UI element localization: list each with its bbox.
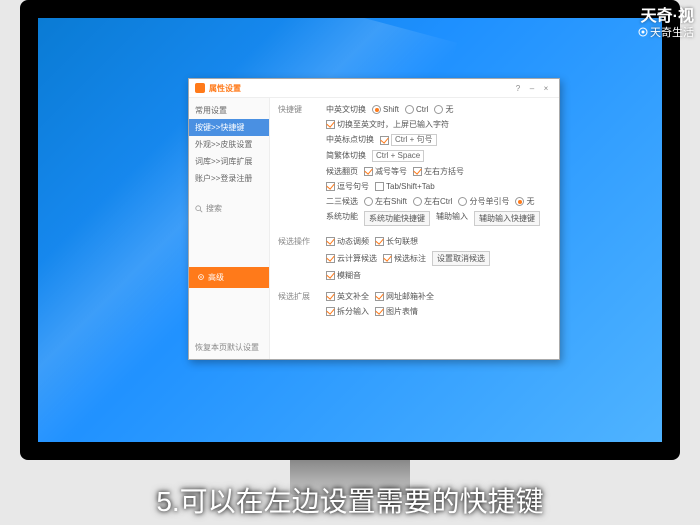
check-emoji[interactable]: 图片表情 [375, 306, 418, 317]
page-label: 候选翻页 [326, 166, 358, 177]
monitor-bezel: 属性设置 ? – × 常用设置 按键>>快捷键 外观>>皮肤设置 词库>>词库扩… [20, 0, 680, 460]
radio-icon [515, 197, 524, 206]
assist-label: 二三候选 [326, 196, 358, 207]
sidebar-item-keys[interactable]: 按键>>快捷键 [189, 119, 269, 136]
target-icon [638, 27, 648, 37]
radio-icon [458, 197, 467, 206]
checkbox-icon [364, 167, 373, 176]
checkbox-icon [380, 136, 389, 145]
section-hotkeys-label: 快捷键 [278, 104, 326, 115]
check-mark[interactable]: 候选标注 [383, 251, 426, 266]
dialog-title: 属性设置 [209, 83, 511, 94]
aux-label: 辅助输入 [436, 211, 468, 226]
check-long-assoc[interactable]: 长句联想 [375, 236, 418, 247]
radio-assist-shift[interactable]: 左右Shift [364, 196, 407, 207]
watermark-top: 天奇·视 [641, 2, 694, 26]
desktop: 属性设置 ? – × 常用设置 按键>>快捷键 外观>>皮肤设置 词库>>词库扩… [38, 18, 662, 442]
cancel-candidate-button[interactable]: 设置取消候选 [432, 251, 490, 266]
check-dyn-freq[interactable]: 动态调频 [326, 236, 369, 247]
check-fullhalf[interactable]: Ctrl + 句号 [380, 134, 437, 146]
app-logo-icon [195, 83, 205, 93]
close-button[interactable]: × [539, 84, 553, 93]
section-expand-label: 候选扩展 [278, 291, 326, 302]
sidebar: 常用设置 按键>>快捷键 外观>>皮肤设置 词库>>词库扩展 账户>>登录注册 … [189, 98, 270, 359]
radio-icon [413, 197, 422, 206]
radio-ctrl[interactable]: Ctrl [405, 105, 428, 114]
reset-defaults-link[interactable]: 恢复本页默认设置 [189, 336, 269, 359]
sidebar-item-account[interactable]: 账户>>登录注册 [189, 170, 269, 187]
search-icon [195, 205, 203, 213]
simptrad-value[interactable]: Ctrl + Space [372, 150, 424, 162]
sidebar-item-skin[interactable]: 外观>>皮肤设置 [189, 136, 269, 153]
check-fuzzy[interactable]: 模糊音 [326, 270, 361, 281]
minimize-button[interactable]: – [525, 84, 539, 93]
check-page-comma[interactable]: 逗号句号 [326, 181, 369, 192]
check-url-comp[interactable]: 网址邮箱补全 [375, 291, 434, 302]
check-eng-comp[interactable]: 英文补全 [326, 291, 369, 302]
check-page-minus[interactable]: 减号等号 [364, 166, 407, 177]
sidebar-item-common[interactable]: 常用设置 [189, 102, 269, 119]
radio-shift[interactable]: Shift [372, 105, 399, 114]
check-commit-on-switch[interactable]: 切换至英文时，上屏已输入字符 [326, 119, 449, 130]
watermark-sub: 天奇生活 [638, 24, 694, 40]
section-candidate-label: 候选操作 [278, 236, 326, 247]
settings-dialog: 属性设置 ? – × 常用设置 按键>>快捷键 外观>>皮肤设置 词库>>词库扩… [188, 78, 560, 360]
sidebar-search[interactable]: 搜索 [189, 199, 269, 218]
checkbox-icon [326, 182, 335, 191]
checkbox-icon [326, 292, 335, 301]
radio-assist-semi[interactable]: 分号单引号 [458, 196, 509, 207]
dialog-titlebar[interactable]: 属性设置 ? – × [189, 79, 559, 98]
sysfunc-label: 系统功能 [326, 211, 358, 226]
simptrad-label: 简繁体切换 [326, 150, 366, 162]
fullhalf-label: 中英标点切换 [326, 134, 374, 146]
radio-icon [405, 105, 414, 114]
radio-icon [364, 197, 373, 206]
check-page-bracket[interactable]: 左右方括号 [413, 166, 464, 177]
radio-assist-none[interactable]: 无 [515, 196, 534, 207]
sidebar-advanced-button[interactable]: 高级 [189, 267, 269, 288]
radio-icon [372, 105, 381, 114]
checkbox-icon [375, 292, 384, 301]
checkbox-icon [326, 271, 335, 280]
aux-button[interactable]: 辅助输入快捷键 [474, 211, 540, 226]
sysfunc-button[interactable]: 系统功能快捷键 [364, 211, 430, 226]
checkbox-icon [383, 254, 392, 263]
help-button[interactable]: ? [511, 84, 525, 93]
checkbox-icon [326, 254, 335, 263]
checkbox-icon [326, 120, 335, 129]
gear-icon [197, 273, 205, 281]
checkbox-icon [326, 237, 335, 246]
checkbox-icon [326, 307, 335, 316]
subtitle-caption: 5.可以在左边设置需要的快捷键 [0, 480, 700, 520]
checkbox-icon [413, 167, 422, 176]
checkbox-icon [375, 307, 384, 316]
radio-none[interactable]: 无 [434, 104, 453, 115]
switch-label: 中英文切换 [326, 104, 366, 115]
checkbox-icon [375, 237, 384, 246]
radio-icon [434, 105, 443, 114]
check-split[interactable]: 拆分输入 [326, 306, 369, 317]
check-page-tab[interactable]: Tab/Shift+Tab [375, 181, 435, 192]
radio-assist-ctrl[interactable]: 左右Ctrl [413, 196, 452, 207]
settings-main: 快捷键 中英文切换 Shift Ctrl 无 切换至英文时，上屏已输入字符 中英… [270, 98, 559, 359]
check-cloud[interactable]: 云计算候选 [326, 251, 377, 266]
sidebar-item-dict[interactable]: 词库>>词库扩展 [189, 153, 269, 170]
checkbox-icon [375, 182, 384, 191]
